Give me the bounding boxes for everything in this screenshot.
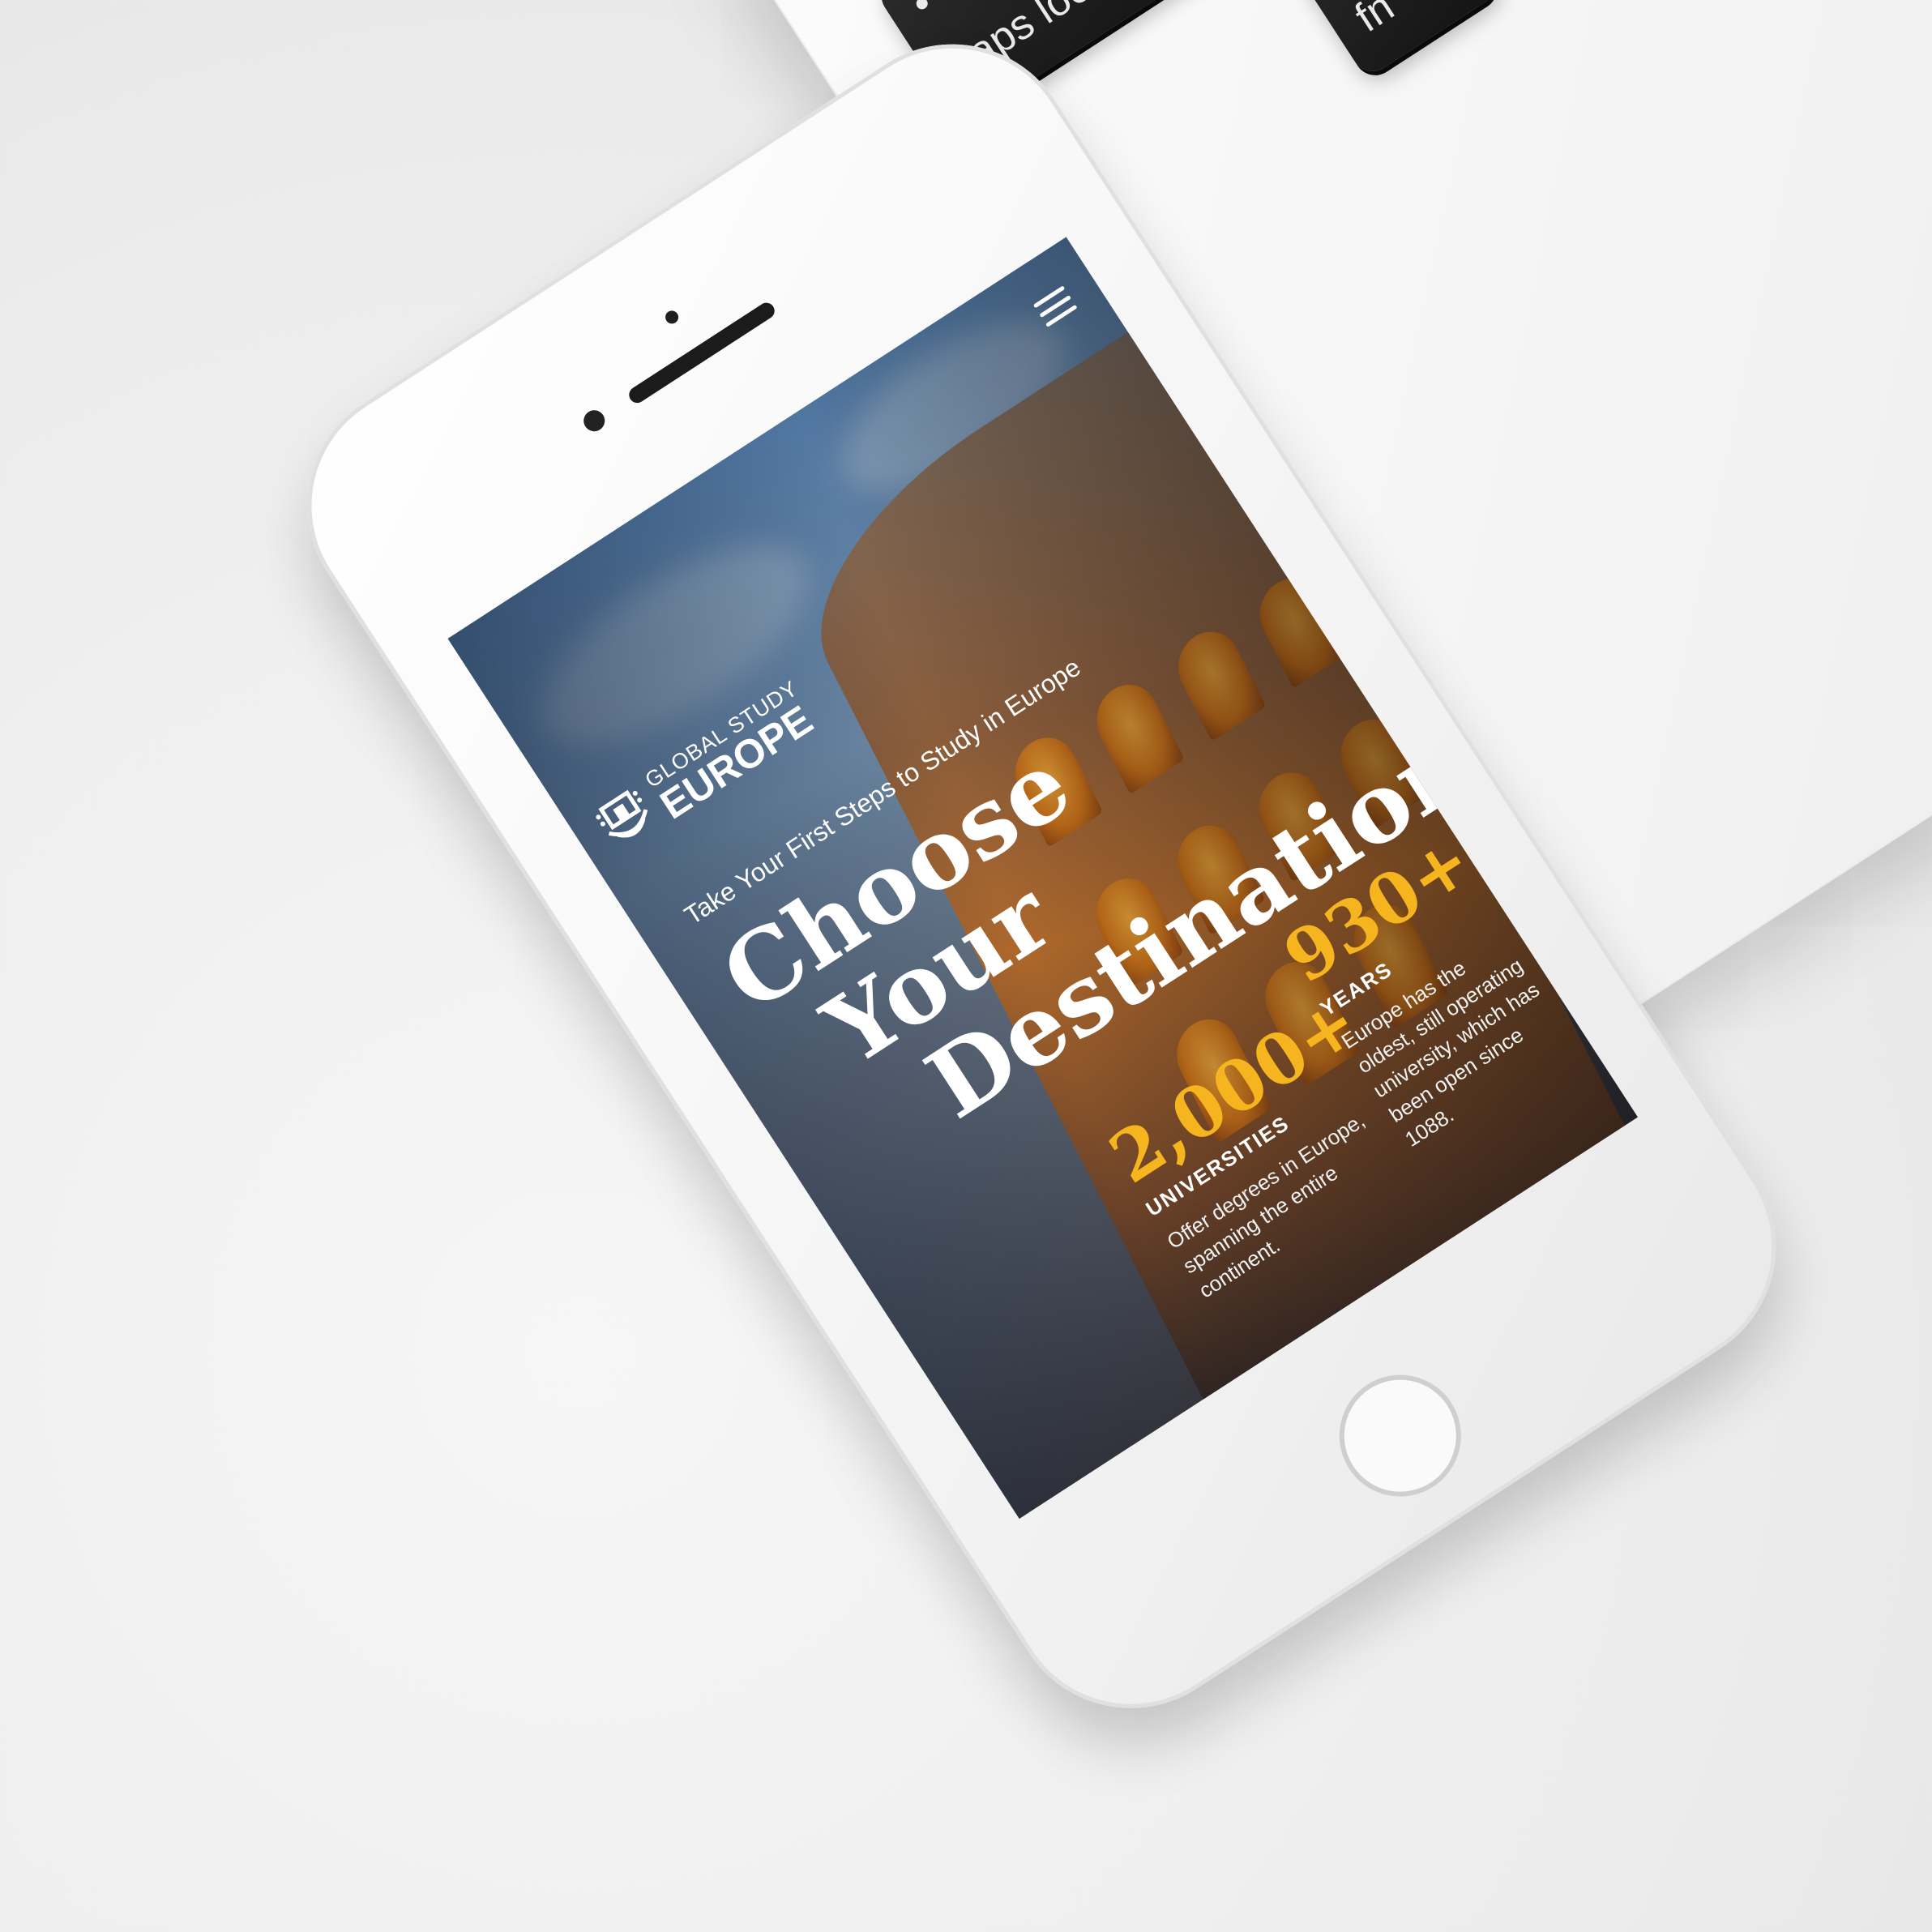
- earpiece-speaker: [626, 299, 778, 406]
- caps-lock-indicator: [914, 0, 930, 12]
- front-camera: [579, 406, 609, 436]
- keyboard-row-bottom: fn control: [1278, 0, 1675, 79]
- key-fn[interactable]: fn: [1278, 0, 1502, 79]
- proximity-sensor: [663, 308, 682, 327]
- home-button[interactable]: [1316, 1351, 1485, 1520]
